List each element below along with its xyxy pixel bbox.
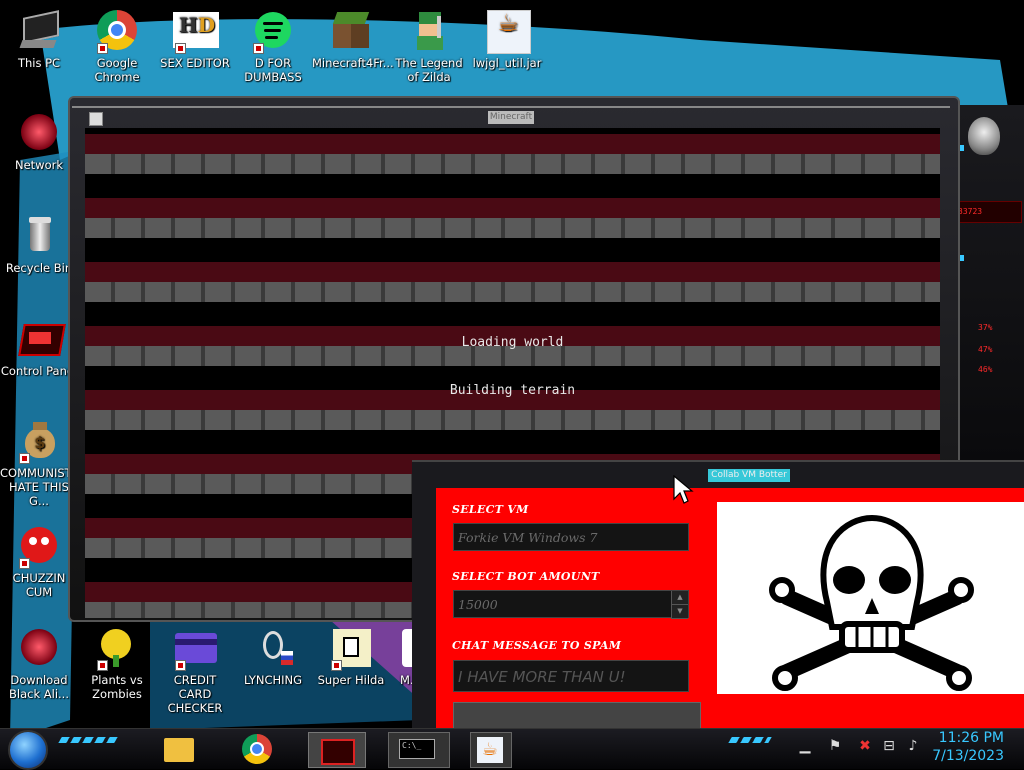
money-bag-icon: $ bbox=[17, 420, 61, 464]
desktop-icon-super-hilda[interactable]: Super Hilda bbox=[312, 627, 390, 687]
desktop-icon-sex-editor[interactable]: HD SEX EDITOR bbox=[156, 10, 234, 70]
java-icon: ☕ bbox=[477, 737, 503, 763]
spotify-icon bbox=[251, 10, 295, 54]
tray-security-icon[interactable]: ✖ bbox=[856, 737, 874, 755]
desktop-icon-download-black-alien[interactable]: Download Black Ali... bbox=[0, 627, 78, 701]
alien-download-icon bbox=[17, 627, 61, 671]
skull-image bbox=[717, 502, 1024, 694]
alien-pct-1: 37% bbox=[978, 323, 993, 332]
alien-pct-2: 47% bbox=[978, 345, 993, 354]
java-icon: ☕ bbox=[485, 10, 531, 54]
loading-background-band bbox=[85, 282, 940, 302]
chat-message-label: CHAT MESSAGE TO SPAM bbox=[452, 639, 622, 652]
bot-amount-value: 15000 bbox=[458, 597, 498, 612]
loading-background-band bbox=[85, 198, 940, 218]
clock-date: 7/13/2023 bbox=[932, 748, 1004, 764]
noose-icon bbox=[251, 627, 295, 671]
loading-background-band bbox=[85, 154, 940, 174]
desktop-icon-lynching[interactable]: LYNCHING bbox=[234, 627, 312, 687]
bot-amount-label: SELECT BOT AMOUNT bbox=[452, 570, 600, 583]
chuzzle-icon bbox=[17, 525, 61, 569]
desktop-icon-credit-card-checker[interactable]: CREDIT CARD CHECKER bbox=[156, 627, 234, 715]
minecraft-icon bbox=[329, 10, 373, 54]
tray-action-center-icon[interactable]: ⚑ bbox=[826, 737, 844, 755]
cmd-icon: C:\_ bbox=[399, 739, 435, 759]
file-explorer-icon bbox=[164, 738, 194, 762]
minecraft-window-title: Minecraft bbox=[488, 111, 534, 124]
chat-message-input[interactable]: I HAVE MORE THAN U! bbox=[453, 660, 689, 692]
clock-time: 11:26 PM bbox=[938, 730, 1004, 746]
hilda-icon bbox=[329, 627, 373, 671]
taskbar-chrome[interactable] bbox=[238, 732, 278, 766]
chrome-icon bbox=[95, 10, 139, 54]
start-button[interactable] bbox=[8, 730, 48, 770]
stepper-arrows[interactable]: ▲ ▼ bbox=[671, 591, 688, 619]
minecraft-window-icon bbox=[89, 112, 103, 126]
tray-network-icon[interactable]: ⊟ bbox=[880, 737, 898, 755]
desktop-icon-legend-of-zilda[interactable]: The Legend of Zilda bbox=[390, 10, 468, 84]
loading-world-text: Loading world bbox=[461, 335, 564, 350]
tray-volume-icon[interactable]: ♪ bbox=[904, 737, 922, 755]
this-pc-icon bbox=[17, 10, 61, 54]
taskbar-clock[interactable]: 11:26 PM 7/13/2023 bbox=[932, 729, 1004, 765]
taskbar-cmd[interactable]: C:\_ bbox=[388, 732, 450, 768]
alien-head-icon bbox=[968, 117, 1000, 155]
select-vm-dropdown[interactable]: Forkie VM Windows 7 bbox=[453, 523, 689, 551]
taskbar-file-explorer[interactable] bbox=[160, 732, 200, 766]
alien-app-icon bbox=[321, 739, 355, 765]
desktop-icon-this-pc[interactable]: This PC bbox=[0, 10, 78, 70]
network-alien-icon bbox=[17, 112, 61, 156]
skull-crossbones-icon bbox=[769, 514, 974, 691]
credit-card-icon bbox=[173, 627, 217, 671]
building-terrain-text: Building terrain bbox=[449, 383, 576, 398]
desktop-icon-plants-vs-zombies[interactable]: Plants vs Zombies bbox=[78, 627, 156, 701]
collab-vm-botter-title: Collab VM Botter bbox=[708, 469, 790, 482]
taskbar-java[interactable]: ☕ bbox=[470, 732, 512, 768]
desktop-icon-d-for-dumbass[interactable]: D FOR DUMBASS bbox=[234, 10, 312, 84]
loading-background-band bbox=[85, 262, 940, 282]
loading-background-band bbox=[85, 134, 940, 154]
mouse-cursor-icon bbox=[673, 475, 694, 504]
bot-amount-stepper[interactable]: 15000 ▲ ▼ bbox=[453, 590, 689, 619]
taskbar-alien-app[interactable] bbox=[308, 732, 366, 768]
tray-show-hidden-icon[interactable]: ▁ bbox=[796, 737, 814, 755]
pvz-icon bbox=[95, 627, 139, 671]
select-vm-label: SELECT VM bbox=[452, 503, 529, 516]
desktop-icon-lwjgl-util[interactable]: ☕ lwjgl_util.jar bbox=[468, 10, 546, 70]
control-panel-icon bbox=[17, 318, 66, 362]
loading-background-band bbox=[85, 218, 940, 238]
zelda-icon bbox=[407, 10, 451, 54]
desktop-icon-google-chrome[interactable]: Google Chrome bbox=[78, 10, 156, 84]
loading-background-band bbox=[85, 410, 940, 430]
alien-pct-3: 46% bbox=[978, 365, 993, 374]
recycle-bin-icon bbox=[17, 215, 61, 259]
desktop-icon-minecraft[interactable]: Minecraft4Fr... bbox=[312, 10, 394, 70]
hxd-icon: HD bbox=[173, 10, 219, 54]
